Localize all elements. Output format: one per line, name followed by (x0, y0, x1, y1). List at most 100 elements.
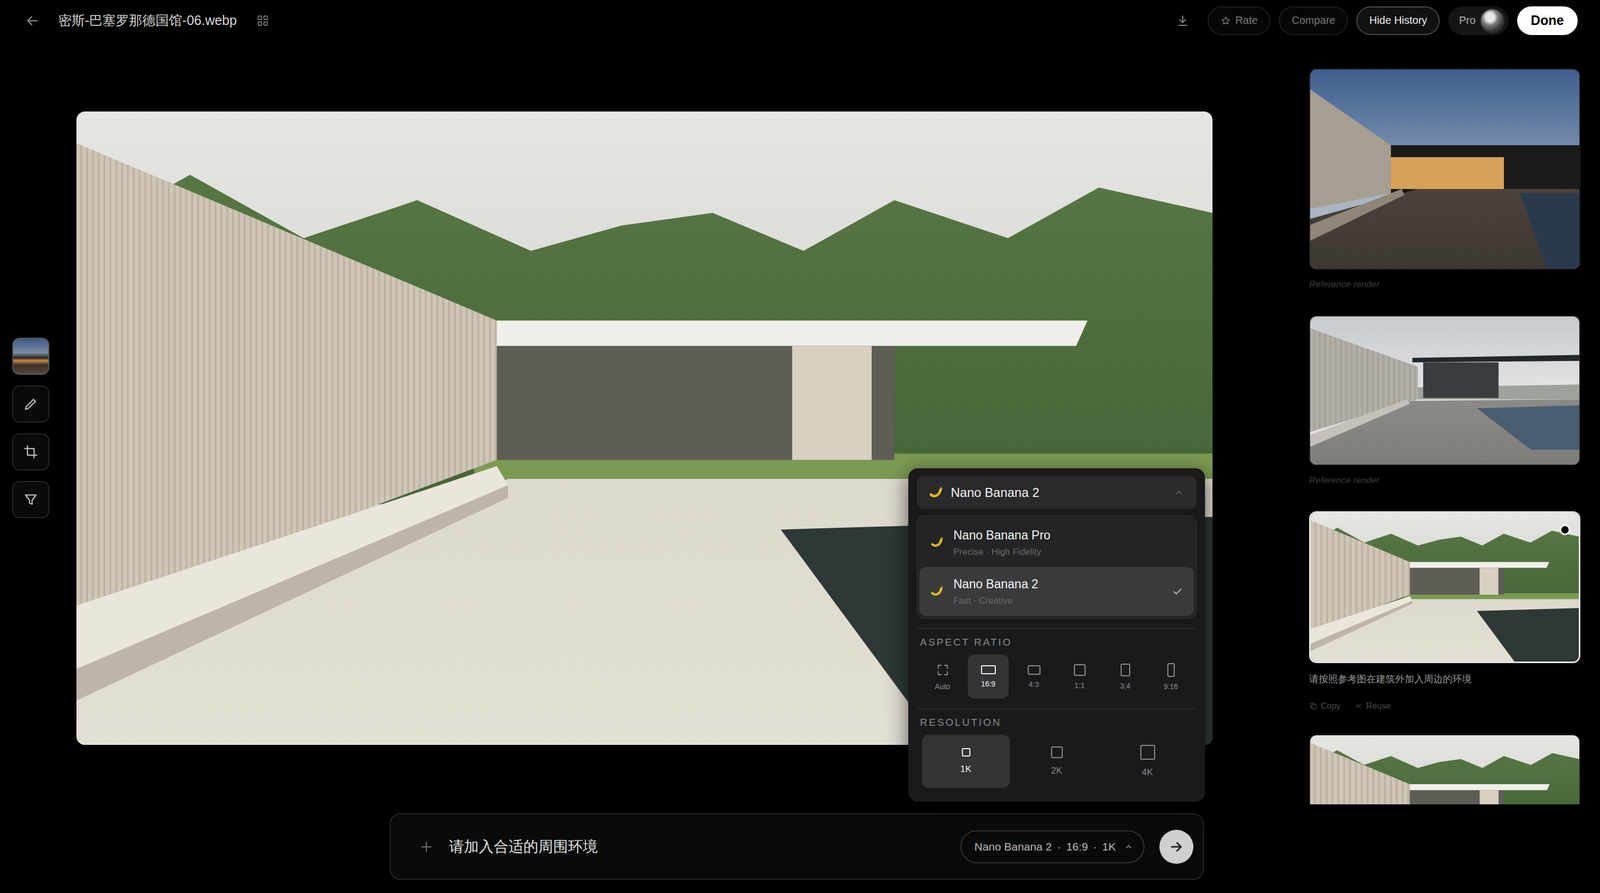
selected-dot-icon (1559, 524, 1571, 536)
aspect-ratio-option[interactable]: 4:3 (1013, 654, 1055, 699)
render-picture (1310, 735, 1580, 805)
file-title: 密斯-巴塞罗那德国馆-06.webp (58, 11, 237, 30)
option-label: 2K (1051, 765, 1063, 777)
crop-tool[interactable] (12, 433, 50, 471)
history-item: Reference render (1309, 315, 1581, 488)
history-action[interactable]: Reuse (1354, 701, 1391, 711)
option-label: 9:16 (1163, 682, 1178, 691)
back-arrow-icon[interactable] (24, 12, 41, 29)
pencil-tool[interactable] (12, 385, 50, 423)
section-label: RESOLUTION (919, 716, 1197, 729)
star-icon (1220, 15, 1232, 27)
model-description: Fast · Creative (953, 595, 1163, 607)
thumbnail-tool[interactable] (12, 337, 50, 375)
action-label: Copy (1320, 701, 1341, 711)
resolution-box-icon (1051, 746, 1063, 759)
chevron-up-icon (1173, 486, 1185, 499)
reuse-icon (1354, 701, 1363, 711)
ratio-shape-icon (981, 665, 996, 675)
rate-button[interactable]: Rate (1207, 6, 1271, 36)
chip-part: 16:9 (1065, 840, 1088, 854)
history-action[interactable]: Copy (1309, 701, 1341, 711)
option-label: 1K (960, 763, 972, 775)
ratio-shape-icon (1167, 663, 1175, 677)
option-label: 4:3 (1028, 680, 1039, 689)
auto-ratio-icon (935, 663, 950, 677)
model-chip[interactable]: Nano Banana 2 · 16:9 · 1K (960, 830, 1145, 864)
history-item: Reference render (1309, 68, 1581, 292)
aspect-ratio-option[interactable]: 1:1 (1059, 654, 1100, 699)
resolution-option[interactable]: 4K (1103, 734, 1192, 788)
resolution-box-icon (1140, 744, 1156, 760)
option-label: 16:9 (981, 679, 996, 688)
tool-bar (0, 40, 64, 893)
pencil-icon (22, 396, 39, 412)
model-option[interactable]: Nano Banana Pro Precise · High Fidelity (919, 518, 1194, 567)
option-label: 4K (1141, 767, 1154, 778)
history-card[interactable] (1309, 68, 1581, 270)
chip-part: · (1056, 840, 1061, 854)
section-label: ASPECT RATIO (919, 636, 1197, 649)
check-icon (1171, 585, 1184, 598)
button-label: Compare (1291, 14, 1336, 27)
compare-button[interactable]: Compare (1278, 6, 1348, 36)
done-button[interactable]: Done (1517, 6, 1579, 36)
model-description: Precise · High Fidelity (953, 546, 1184, 558)
banana-icon (930, 535, 944, 550)
prompt-input[interactable]: 请加入合适的周围环境 (449, 836, 946, 857)
copy-icon (1309, 701, 1318, 711)
chevron-up-icon (1123, 841, 1134, 853)
history-caption: Reference render (1309, 475, 1581, 488)
chip-part: 1K (1102, 840, 1116, 854)
top-bar: 密斯-巴塞罗那德国馆-06.webp Rate Compare Hide Histor… (0, 0, 1600, 41)
ratio-shape-icon (1120, 663, 1131, 677)
model-name: Nano Banana 2 (953, 577, 1163, 592)
model-name: Nano Banana Pro (953, 528, 1184, 543)
aspect-ratio-option[interactable]: 16:9 (967, 654, 1009, 699)
history-card[interactable] (1309, 734, 1581, 805)
history-card[interactable] (1309, 511, 1581, 664)
avatar-icon (1480, 8, 1505, 33)
chip-part: Nano Banana 2 (974, 840, 1052, 854)
aspect-ratio-option[interactable]: 3:4 (1104, 654, 1146, 699)
banana-icon (928, 485, 944, 501)
render-picture (1310, 512, 1579, 662)
button-label: Hide History (1369, 14, 1427, 27)
prompt-bar: 请加入合适的周围环境 Nano Banana 2 · 16:9 · 1K (389, 813, 1204, 880)
hide-history-button[interactable]: Hide History (1356, 6, 1440, 36)
model-list: Nano Banana ProPrecise · High FidelityNa… (916, 515, 1197, 619)
crop-icon (22, 443, 39, 460)
history-item: 请按照参考图在建筑外加入周边的环境 Copy Reuse (1309, 511, 1581, 711)
aspect-ratio-option[interactable]: 9:16 (1150, 654, 1192, 699)
grid-icon[interactable] (255, 13, 270, 28)
button-label: Rate (1235, 14, 1258, 27)
history-card[interactable] (1309, 315, 1581, 466)
filter-tool[interactable] (12, 480, 50, 519)
aspect-ratio-option[interactable]: Auto (922, 654, 963, 699)
resolution-option[interactable]: 2K (1012, 734, 1101, 788)
history-caption: Reference render (1309, 279, 1581, 292)
model-option[interactable]: Nano Banana 2 Fast · Creative (919, 566, 1194, 616)
resolution-option[interactable]: 1K (922, 734, 1010, 788)
option-label: 1:1 (1074, 681, 1085, 690)
history-item (1309, 734, 1581, 805)
plus-icon[interactable] (418, 838, 435, 855)
model-select[interactable]: Nano Banana 2 (916, 475, 1197, 510)
button-label: Done (1530, 12, 1565, 29)
action-label: Reuse (1365, 701, 1391, 711)
ratio-shape-icon (1073, 664, 1086, 676)
history-panel: Reference render Reference render 请按照参考图在建… (1309, 40, 1581, 805)
render-picture (1310, 316, 1580, 465)
banana-icon (930, 584, 944, 599)
option-label: Auto (934, 682, 951, 691)
history-caption: 请按照参考图在建筑外加入周边的环境 (1309, 672, 1581, 686)
download-icon (1175, 13, 1190, 28)
arrow-right-icon (1168, 838, 1185, 855)
workspace: 请加入合适的周围环境Nano Banana 2·16:9·1KNano Bana… (63, 40, 1285, 893)
resolution-box-icon (961, 747, 971, 757)
chip-part: · (1093, 840, 1097, 854)
render-picture (1310, 69, 1580, 269)
ratio-shape-icon (1027, 665, 1041, 675)
send-button[interactable] (1159, 829, 1194, 864)
account-button[interactable]: Pro (1448, 6, 1509, 36)
